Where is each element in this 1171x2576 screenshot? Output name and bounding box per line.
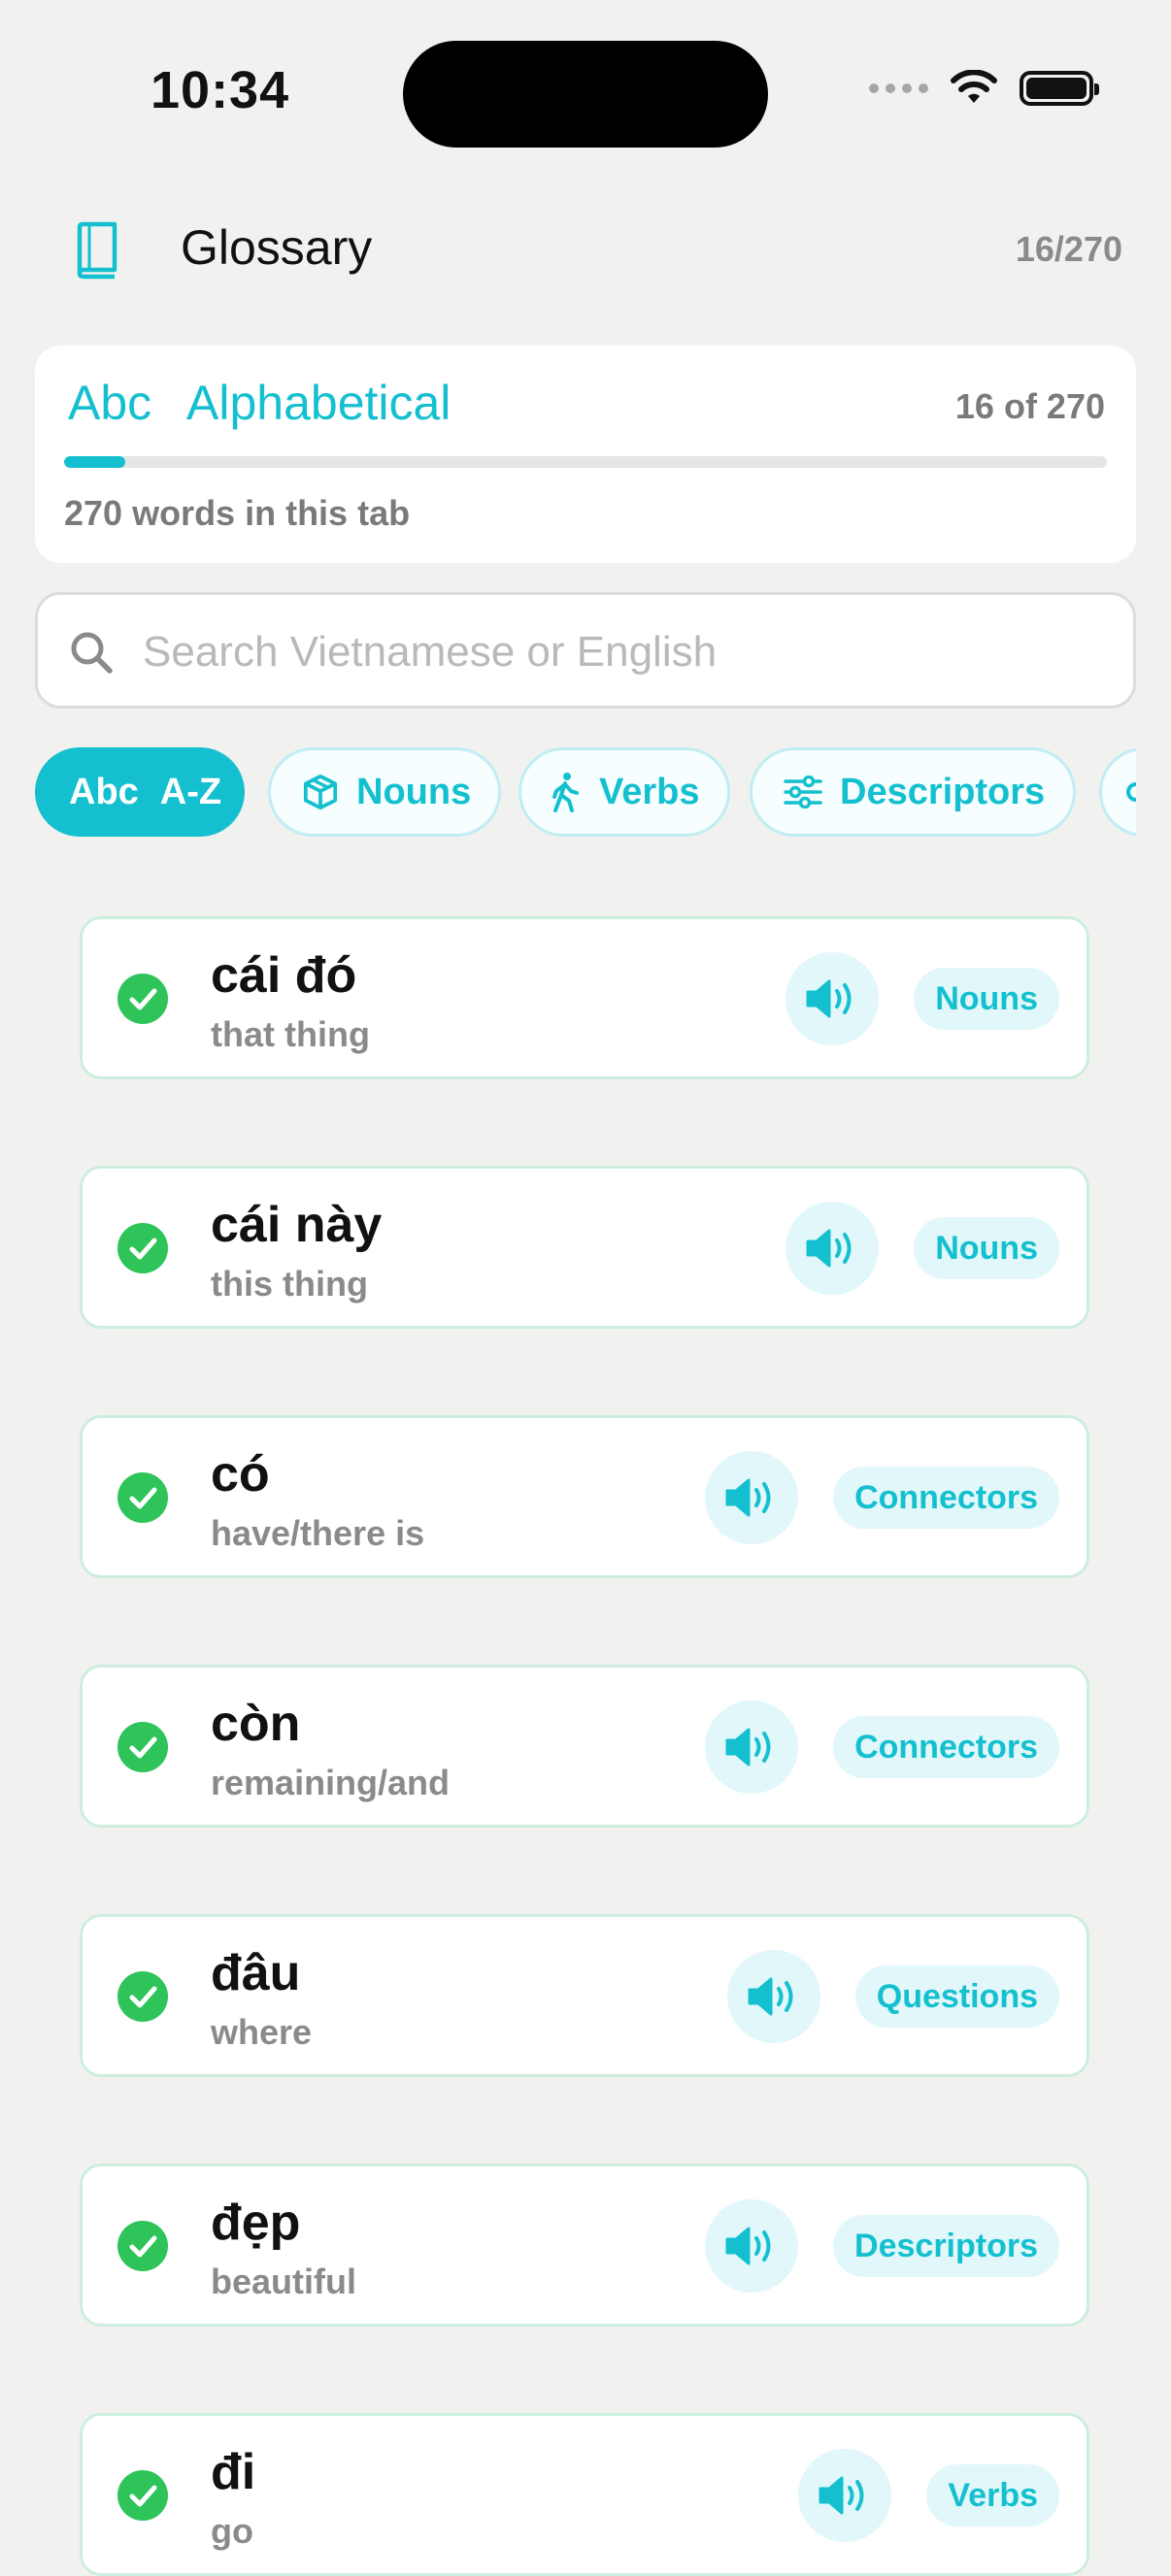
word-actions: Descriptors: [705, 2199, 1059, 2293]
check-circle-icon: [117, 1472, 168, 1523]
chip-label: A-Z: [159, 771, 222, 812]
word-actions: Questions: [726, 1950, 1059, 2043]
chip-descriptors[interactable]: Descriptors: [750, 747, 1076, 837]
speaker-icon: [806, 979, 852, 1018]
speak-button[interactable]: [786, 1202, 880, 1295]
word-card[interactable]: cái đó that thing Nouns: [80, 916, 1089, 1079]
category-badge: Verbs: [926, 2464, 1059, 2526]
category-badge: Connectors: [833, 1716, 1059, 1778]
filter-chips: Abc A-Z Nouns Verbs Descriptors: [35, 747, 1136, 841]
check-circle-icon: [117, 1722, 168, 1772]
speaker-icon: [725, 2227, 771, 2265]
app-header: Glossary 16/270: [0, 184, 1171, 311]
word-english: remaining/and: [211, 1763, 451, 1802]
signal-icon: [869, 83, 928, 93]
category-badge: Descriptors: [833, 2215, 1059, 2277]
word-english: where: [211, 2012, 313, 2052]
speaker-icon: [819, 2476, 864, 2515]
word-actions: Connectors: [705, 1701, 1059, 1794]
chip-label: Nouns: [356, 771, 472, 812]
tab-summary-card: Abc Alphabetical 16 of 270 270 words in …: [35, 346, 1136, 563]
tab-word-count: 270 words in this tab: [64, 493, 411, 533]
word-card[interactable]: có have/there is Connectors: [80, 1415, 1089, 1578]
check-circle-icon: [117, 2221, 168, 2271]
abc-icon: Abc: [69, 771, 139, 812]
check-circle-icon: [117, 1223, 168, 1273]
wifi-icon: [951, 70, 997, 103]
word-vietnamese: cái này: [211, 1197, 383, 1253]
book-icon[interactable]: [72, 221, 120, 280]
speaker-icon: [725, 1728, 771, 1767]
speaker-icon: [806, 1229, 852, 1268]
category-badge: Questions: [854, 1965, 1059, 2028]
cube-icon: [303, 774, 338, 810]
word-vietnamese: có: [211, 1446, 270, 1503]
word-actions: Connectors: [705, 1451, 1059, 1544]
status-icons: [869, 70, 1099, 107]
word-vietnamese: còn: [211, 1696, 301, 1752]
word-actions: Nouns: [786, 1202, 1059, 1295]
search-bar: [35, 592, 1136, 709]
battery-icon: [1020, 71, 1099, 106]
speak-button[interactable]: [705, 2199, 799, 2293]
category-badge: Nouns: [914, 968, 1059, 1030]
word-card[interactable]: đâu where Questions: [80, 1914, 1089, 2077]
word-english: have/there is: [211, 1513, 425, 1553]
word-card[interactable]: đi go Verbs: [80, 2413, 1089, 2576]
speak-button[interactable]: [786, 952, 880, 1045]
category-badge: Nouns: [914, 1217, 1059, 1279]
check-circle-icon: [117, 2470, 168, 2521]
search-input[interactable]: [141, 612, 1096, 692]
page-title: Glossary: [181, 220, 373, 275]
chip-label: Verbs: [599, 771, 700, 812]
word-english: that thing: [211, 1014, 370, 1054]
abc-icon: Abc: [68, 376, 152, 430]
status-bar: 10:34: [0, 0, 1171, 184]
walking-icon: [552, 773, 579, 812]
progress-bar: [64, 456, 1107, 468]
word-card[interactable]: còn remaining/and Connectors: [80, 1665, 1089, 1828]
learned-count: 16/270: [1015, 229, 1122, 269]
word-card[interactable]: đẹp beautiful Descriptors: [80, 2163, 1089, 2327]
dynamic-island: [403, 41, 768, 148]
word-card[interactable]: cái này this thing Nouns: [80, 1166, 1089, 1329]
chip-a-z[interactable]: Abc A-Z: [35, 747, 245, 837]
check-circle-icon: [117, 1971, 168, 2022]
chip-more-icon: [1126, 782, 1136, 802]
progress-fill: [64, 456, 126, 468]
speak-button[interactable]: [798, 2449, 892, 2542]
chip-more[interactable]: [1099, 747, 1136, 837]
chip-verbs[interactable]: Verbs: [519, 747, 730, 837]
speak-button[interactable]: [705, 1451, 799, 1544]
word-english: go: [211, 2511, 253, 2551]
word-english: beautiful: [211, 2262, 356, 2301]
speak-button[interactable]: [726, 1950, 820, 2043]
category-badge: Connectors: [833, 1467, 1059, 1529]
chip-nouns[interactable]: Nouns: [268, 747, 501, 837]
speaker-icon: [748, 1977, 793, 2016]
speaker-icon: [725, 1478, 771, 1517]
word-vietnamese: đẹp: [211, 2195, 301, 2251]
check-circle-icon: [117, 974, 168, 1024]
tab-progress-text: 16 of 270: [954, 386, 1105, 426]
search-icon: [71, 632, 113, 674]
sliders-icon: [784, 776, 822, 809]
status-time: 10:34: [151, 61, 290, 119]
word-vietnamese: đâu: [211, 1945, 301, 2001]
word-vietnamese: cái đó: [211, 947, 357, 1004]
tab-title: Alphabetical: [186, 376, 452, 430]
chip-label: Descriptors: [840, 771, 1046, 812]
word-actions: Nouns: [786, 952, 1059, 1045]
speak-button[interactable]: [705, 1701, 799, 1794]
word-english: this thing: [211, 1264, 368, 1304]
word-actions: Verbs: [798, 2449, 1059, 2542]
word-vietnamese: đi: [211, 2444, 256, 2500]
